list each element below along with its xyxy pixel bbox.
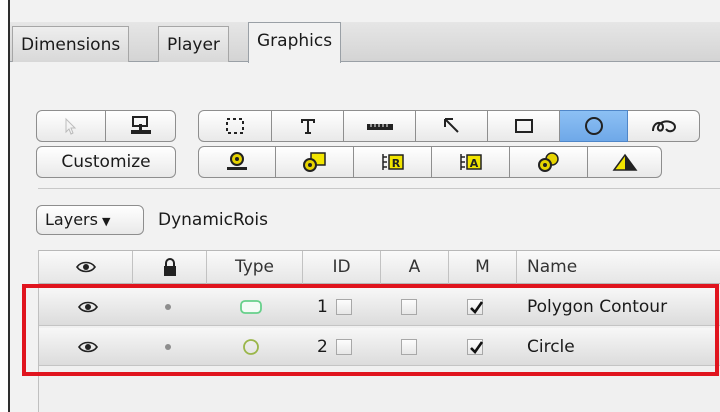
name-cell[interactable]: Circle	[527, 328, 575, 366]
dashed-rect-selection-button[interactable]	[198, 110, 272, 142]
table-row[interactable]: 2 Circle	[39, 328, 720, 366]
calibration-tool-button[interactable]	[198, 146, 276, 178]
lock-icon	[163, 258, 176, 276]
circle-icon	[584, 117, 603, 135]
layers-dropdown[interactable]: Layers ▼	[36, 205, 144, 235]
roi-a-icon: A	[459, 154, 482, 170]
id-checkbox[interactable]	[335, 299, 352, 315]
visibility-toggle[interactable]	[77, 288, 99, 326]
roi-r-tool-button[interactable]: R	[354, 146, 432, 178]
current-layer-name: DynamicRois	[158, 210, 269, 230]
visibility-column-header[interactable]	[39, 251, 133, 284]
svg-text:R: R	[391, 157, 400, 170]
customize-button[interactable]: Customize	[36, 146, 176, 178]
svg-text:A: A	[469, 157, 478, 170]
lock-column-header[interactable]	[133, 251, 207, 284]
tab-graphics[interactable]: Graphics	[248, 22, 342, 63]
eye-icon	[78, 301, 98, 313]
ruler-tool-button[interactable]	[344, 110, 416, 142]
a-checkbox[interactable]	[401, 299, 417, 315]
a-column-header[interactable]: A	[381, 251, 449, 284]
diagonal-arrow-icon	[443, 118, 459, 133]
roi-r-icon: R	[381, 154, 404, 170]
roi-table: Type ID A M Name 1 Polygon Contour 2 Cir…	[38, 250, 720, 412]
id-cell[interactable]: 2	[317, 328, 352, 366]
tab-player[interactable]: Player	[158, 26, 229, 62]
a-checkbox[interactable]	[401, 339, 417, 355]
unlocked-dot-icon	[165, 304, 171, 310]
name-column-header[interactable]: Name	[517, 251, 720, 284]
rectangle-tool-button[interactable]	[488, 110, 560, 142]
type-cell	[239, 288, 263, 326]
threshold-tool-button[interactable]	[588, 146, 662, 178]
freehand-tool-button[interactable]	[628, 110, 700, 142]
id-cell[interactable]: 1	[317, 288, 352, 326]
arrow-tool-button[interactable]	[416, 110, 488, 142]
chevron-down-icon: ▼	[101, 215, 111, 228]
stamp-tool-button[interactable]	[106, 110, 176, 142]
m-checkbox-cell[interactable]	[467, 288, 484, 326]
a-checkbox-cell[interactable]	[401, 328, 417, 366]
roi-a-tool-button[interactable]: A	[432, 146, 510, 178]
lock-toggle[interactable]	[165, 288, 171, 326]
eye-icon	[78, 341, 98, 353]
select-arrow-icon	[65, 117, 77, 135]
checkmark-icon	[470, 301, 484, 315]
polygon-contour-icon	[240, 300, 262, 314]
tab-dimensions[interactable]: Dimensions	[12, 26, 130, 62]
graphics-panel: Dimensions Player Graphics Customize R A…	[8, 0, 720, 412]
circle-type-icon	[243, 339, 259, 355]
row-id: 1	[317, 297, 328, 317]
roi-define-tool-button[interactable]	[276, 146, 354, 178]
type-cell	[241, 328, 261, 366]
table-row[interactable]: 1 Polygon Contour	[39, 288, 720, 326]
tab-bar: Dimensions Player Graphics	[10, 22, 720, 63]
select-arrow-button[interactable]	[36, 110, 106, 142]
ellipse-tool-button[interactable]	[560, 110, 628, 142]
roi-track-icon	[537, 152, 559, 172]
unlocked-dot-icon	[165, 344, 171, 350]
eye-icon	[75, 261, 96, 273]
m-column-header[interactable]: M	[449, 251, 517, 284]
freehand-loop-icon	[651, 120, 676, 133]
calibration-icon	[227, 152, 247, 170]
stamp-icon	[130, 116, 151, 134]
toolbar-separator	[38, 188, 720, 189]
checkmark-icon	[470, 341, 484, 355]
ruler-icon	[366, 124, 393, 130]
layers-dropdown-label: Layers	[45, 210, 98, 229]
m-checkbox-checked[interactable]	[467, 339, 484, 355]
customize-label: Customize	[61, 152, 151, 172]
m-checkbox-checked[interactable]	[467, 299, 484, 315]
threshold-triangle-icon	[612, 153, 637, 171]
m-checkbox-cell[interactable]	[467, 328, 484, 366]
row-id: 2	[317, 337, 328, 357]
row-name: Circle	[527, 337, 575, 357]
rectangle-icon	[514, 119, 533, 133]
type-column-header[interactable]: Type	[207, 251, 303, 284]
roi-define-icon	[302, 152, 326, 172]
roi-track-tool-button[interactable]	[510, 146, 588, 178]
id-checkbox[interactable]	[335, 339, 352, 355]
visibility-toggle[interactable]	[77, 328, 99, 366]
table-header: Type ID A M Name	[39, 250, 720, 284]
lock-toggle[interactable]	[165, 328, 171, 366]
row-name: Polygon Contour	[527, 297, 668, 317]
id-column-header[interactable]: ID	[303, 251, 381, 284]
name-cell[interactable]: Polygon Contour	[527, 288, 667, 326]
dashed-rectangle-icon	[226, 118, 244, 134]
text-tool-button[interactable]	[272, 110, 344, 142]
text-tool-icon	[300, 119, 315, 134]
a-checkbox-cell[interactable]	[401, 288, 417, 326]
